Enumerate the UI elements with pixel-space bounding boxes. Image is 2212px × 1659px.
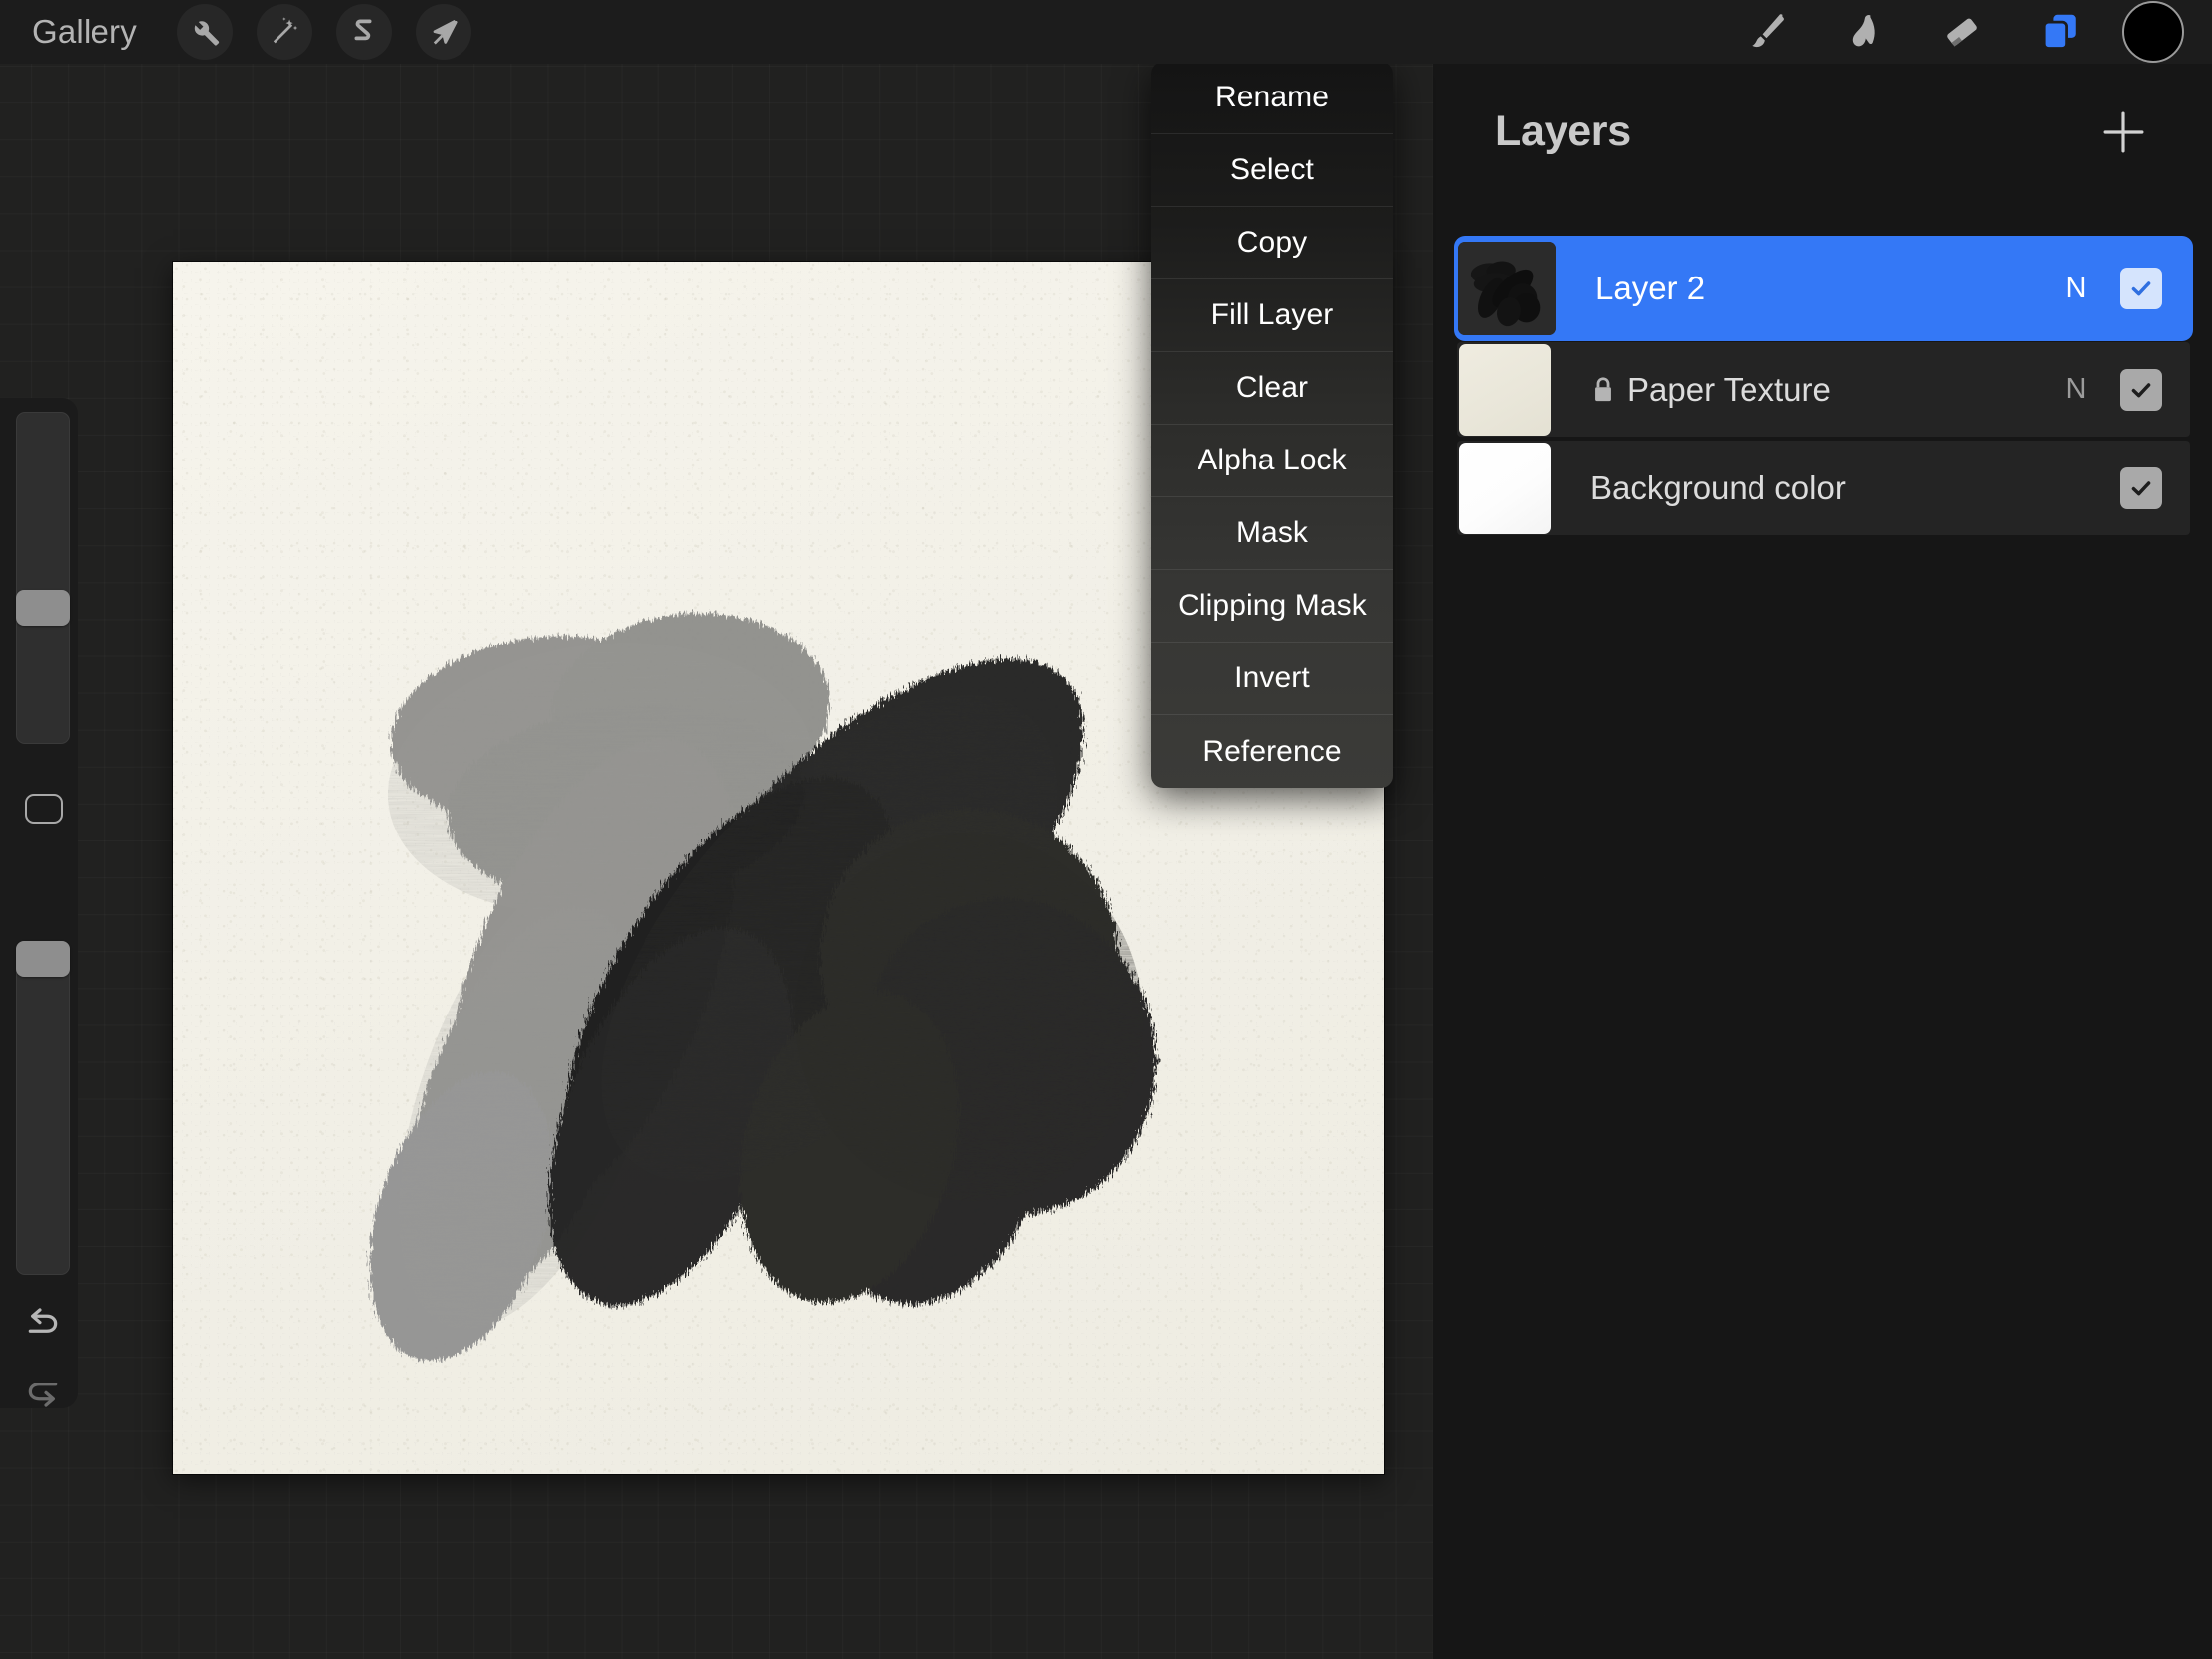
paintbrush-icon[interactable] [1719,0,1816,64]
layers-panel: Layers Layer 2 N Paper Texture N Backgro… [1433,64,2212,1659]
layer-name-wrap: Layer 2 [1556,270,2063,307]
layer-thumbnail-paper-texture [1459,343,1551,436]
context-menu-item-alpha-lock[interactable]: Alpha Lock [1151,425,1393,497]
context-menu-item-clipping-mask[interactable]: Clipping Mask [1151,570,1393,643]
layer-row-background-color[interactable]: Background color [1457,441,2190,535]
modify-button[interactable] [25,794,63,824]
brush-opacity-thumb[interactable] [16,941,70,977]
lock-glyph [1595,376,1611,401]
brush-settings-rail [0,398,78,1408]
redo-icon [28,1382,58,1407]
background-color-thumb-art [1459,442,1551,534]
context-menu-item-rename[interactable]: Rename [1151,62,1393,134]
lock-icon [1590,375,1616,405]
magic-wand-glyph [273,17,298,44]
undo-icon [28,1308,58,1333]
color-swatch[interactable] [2122,1,2184,63]
selection-icon[interactable] [335,4,392,60]
layer-visibility-checkbox[interactable] [2120,268,2162,309]
gallery-button[interactable]: Gallery [0,0,165,64]
toolbar-right-group [1719,0,2212,64]
plus-icon [2103,111,2144,153]
context-menu-item-invert[interactable]: Invert [1151,643,1393,715]
layer-row-layer-2[interactable]: Layer 2 N [1457,239,2190,338]
context-menu-item-select[interactable]: Select [1151,134,1393,207]
layers-list: Layer 2 N Paper Texture N Background col… [1457,239,2190,539]
checkmark-icon [2131,480,2151,495]
layer-blend-mode[interactable]: N [2063,273,2089,305]
context-menu-item-copy[interactable]: Copy [1151,207,1393,279]
context-menu-item-clear[interactable]: Clear [1151,352,1393,425]
brush-size-slider[interactable] [16,412,70,744]
magic-wand-icon[interactable] [256,4,312,60]
context-menu-item-reference[interactable]: Reference [1151,715,1393,788]
layer-thumbnail-layer-2 [1458,242,1556,335]
context-menu-item-mask[interactable]: Mask [1151,497,1393,570]
layers-glyph [2042,14,2076,50]
layer-row-paper-texture[interactable]: Paper Texture N [1457,342,2190,437]
layer-thumbnail-background-color [1459,442,1551,534]
transform-arrow-icon[interactable] [415,4,471,60]
brush-opacity-slider[interactable] [16,941,70,1275]
layer-visibility-checkbox[interactable] [2120,368,2162,411]
redo-button[interactable] [11,1361,75,1424]
layer-name-wrap: Paper Texture [1551,371,2063,409]
layer-context-menu: Rename Select Copy Fill Layer Clear Alph… [1151,62,1393,788]
layers-panel-header: Layers [1433,64,2212,199]
undo-button[interactable] [11,1291,75,1355]
layer-visibility-checkbox[interactable] [2120,466,2162,509]
eraser-glyph [1947,18,1977,47]
wrench-icon[interactable] [176,4,233,60]
paper-texture-thumb-art [1459,343,1551,436]
layer-name-wrap: Background color [1551,469,2063,507]
paintbrush-glyph [1752,14,1784,48]
layers-panel-title: Layers [1495,107,1631,155]
selection-glyph [354,19,372,41]
procreate-app-window: Gallery Rename Select Copy Fill Layer Cl… [0,0,2212,1659]
layers-icon[interactable] [2011,0,2109,64]
brush-size-thumb[interactable] [16,590,70,626]
add-layer-button[interactable] [2097,105,2150,159]
layer-name-label: Background color [1590,468,1846,506]
layer-name-label: Paper Texture [1627,370,1831,408]
layer-name-label: Layer 2 [1595,270,1706,306]
layer-thumbnail-art [1458,242,1556,335]
eraser-icon[interactable] [1914,0,2011,64]
checkmark-icon [2131,281,2151,296]
top-toolbar: Gallery [0,0,2212,64]
layer-blend-mode[interactable]: N [2063,373,2089,406]
context-menu-item-fill-layer[interactable]: Fill Layer [1151,279,1393,352]
toolbar-left-group: Gallery [0,0,483,64]
smudge-icon[interactable] [1816,0,1914,64]
checkmark-icon [2131,382,2151,397]
transform-glyph [433,19,458,45]
smudge-glyph [1852,14,1875,47]
wrench-glyph [194,21,220,46]
